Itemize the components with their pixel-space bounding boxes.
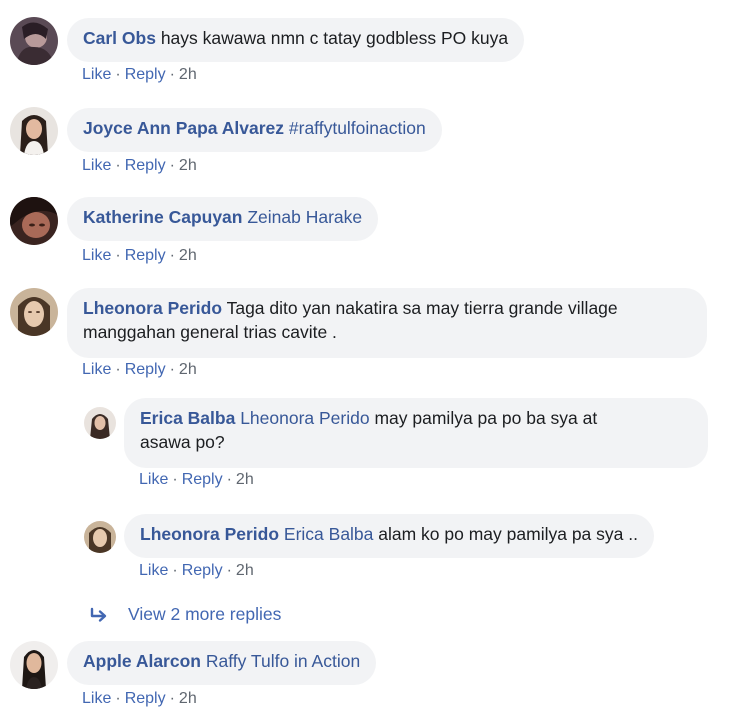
comment-actions: Like · Reply · 2h (82, 157, 197, 175)
reply-arrow-icon (90, 607, 107, 622)
reply-text-line2: asawa po? (140, 432, 225, 452)
reply-actions: Like · Reply · 2h (139, 471, 254, 489)
like-button[interactable]: Like (82, 690, 111, 707)
separator: · (169, 66, 175, 83)
separator: · (115, 361, 121, 378)
reply-author[interactable]: Lheonora Perido (140, 524, 279, 544)
timestamp[interactable]: 2h (179, 690, 197, 707)
mention-link[interactable]: Lheonora Perido (235, 408, 369, 428)
reply-bubble: Lheonora Perido Erica Balba alam ko po m… (124, 514, 654, 558)
comment-bubble: Katherine Capuyan Zeinab Harake (67, 197, 379, 241)
reply-button[interactable]: Reply (125, 361, 166, 378)
separator: · (169, 247, 175, 264)
comment-author[interactable]: Lheonora Perido (83, 298, 222, 318)
timestamp[interactable]: 2h (179, 247, 197, 264)
timestamp[interactable]: 2h (179, 361, 197, 378)
avatar[interactable] (10, 107, 58, 155)
comment-text: hays kawawa nmn c tatay godbless PO kuya (155, 28, 509, 48)
like-button[interactable]: Like (139, 562, 168, 579)
separator: · (169, 690, 175, 707)
separator: · (115, 157, 121, 174)
comment-actions: Like · Reply · 2h (82, 361, 197, 379)
separator: · (115, 690, 121, 707)
view-more-replies-label: View 2 more replies (128, 604, 282, 624)
reply-author[interactable]: Erica Balba (140, 408, 235, 428)
like-button[interactable]: Like (82, 66, 111, 83)
reply-text: may pamilya pa po ba sya at (369, 408, 598, 428)
reply-button[interactable]: Reply (182, 562, 223, 579)
avatar[interactable] (10, 288, 58, 336)
mention-link[interactable]: Zeinab Harake (242, 207, 362, 227)
avatar[interactable] (84, 521, 116, 553)
timestamp[interactable]: 2h (179, 66, 197, 83)
reply-button[interactable]: Reply (125, 157, 166, 174)
avatar[interactable] (10, 641, 58, 689)
reply-button[interactable]: Reply (125, 690, 166, 707)
separator: · (172, 562, 178, 579)
comment-actions: Like · Reply · 2h (82, 690, 197, 708)
comment-author[interactable]: Katherine Capuyan (83, 207, 242, 227)
avatar[interactable] (10, 17, 58, 65)
reply-button[interactable]: Reply (125, 247, 166, 264)
separator: · (226, 562, 232, 579)
comment-bubble: Joyce Ann Papa Alvarez #raffytulfoinacti… (67, 108, 442, 152)
mention-link[interactable]: Raffy Tulfo in Action (201, 651, 360, 671)
timestamp[interactable]: 2h (236, 562, 254, 579)
timestamp[interactable]: 2h (179, 157, 197, 174)
comment-actions: Like · Reply · 2h (82, 247, 197, 265)
comment-author[interactable]: Apple Alarcon (83, 651, 201, 671)
reply-actions: Like · Reply · 2h (139, 562, 254, 580)
separator: · (172, 471, 178, 488)
comment-actions: Like · Reply · 2h (82, 66, 197, 84)
reply-bubble: Erica Balba Lheonora Perido may pamilya … (124, 398, 708, 468)
mention-link[interactable]: Erica Balba (279, 524, 374, 544)
like-button[interactable]: Like (82, 247, 111, 264)
comment-text-line2: manggahan general trias cavite . (83, 322, 337, 342)
avatar[interactable] (84, 407, 116, 439)
comment-bubble: Lheonora Perido Taga dito yan nakatira s… (67, 288, 707, 358)
comment-author[interactable]: Carl Obs (83, 28, 156, 48)
like-button[interactable]: Like (139, 471, 168, 488)
separator: · (115, 247, 121, 264)
view-more-replies-link[interactable]: View 2 more replies (90, 604, 281, 625)
comment-bubble: Apple Alarcon Raffy Tulfo in Action (67, 641, 377, 685)
reply-button[interactable]: Reply (182, 471, 223, 488)
separator: · (226, 471, 232, 488)
hashtag-link[interactable]: #raffytulfoinaction (284, 118, 426, 138)
like-button[interactable]: Like (82, 361, 111, 378)
separator: · (115, 66, 121, 83)
like-button[interactable]: Like (82, 157, 111, 174)
reply-button[interactable]: Reply (125, 66, 166, 83)
comment-bubble: Carl Obs hays kawawa nmn c tatay godbles… (67, 18, 525, 62)
comment-text: Taga dito yan nakatira sa may tierra gra… (222, 298, 618, 318)
separator: · (169, 361, 175, 378)
timestamp[interactable]: 2h (236, 471, 254, 488)
avatar[interactable] (10, 197, 58, 245)
separator: · (169, 157, 175, 174)
comment-author[interactable]: Joyce Ann Papa Alvarez (83, 118, 284, 138)
reply-text: alam ko po may pamilya pa sya .. (373, 524, 638, 544)
